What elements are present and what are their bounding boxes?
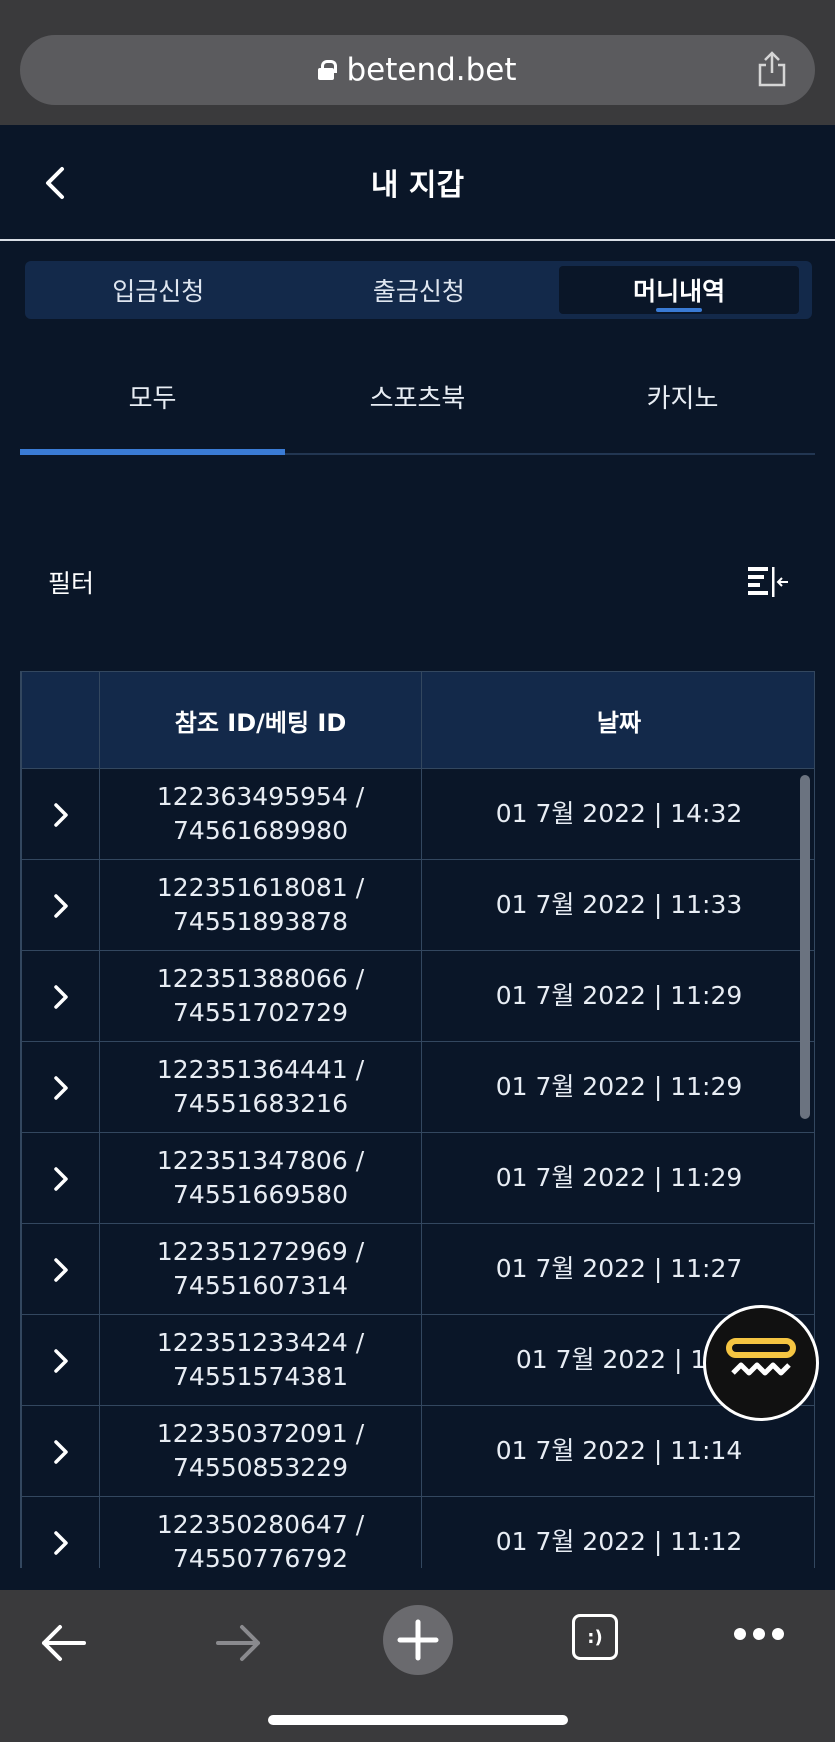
ref-id: 122351618081 /: [156, 873, 365, 902]
date-cell: 01 7월 2022 | 11:12: [421, 1496, 814, 1568]
table-row[interactable]: 122351233424 /74551574381 01 7월 2022 | 11: [21, 1314, 814, 1406]
chevron-left-icon[interactable]: [40, 163, 70, 203]
tab-casino[interactable]: 카지노: [550, 350, 815, 453]
date-cell: 01 7월 2022 | 11:27: [421, 1223, 814, 1315]
tabs-label: :): [587, 1626, 603, 1648]
more-icon[interactable]: [732, 1626, 786, 1642]
chevron-right-icon[interactable]: [52, 1256, 70, 1284]
ref-id-cell: 122363495954 / 74561689980: [99, 768, 422, 860]
ref-id-cell: 122351233424 / 74551574381: [99, 1314, 422, 1406]
ref-id: 122351364441 /: [156, 1055, 365, 1084]
plus-icon[interactable]: [382, 1604, 454, 1676]
table-scrollbar[interactable]: [800, 775, 810, 1119]
bet-id: 74551683216: [173, 1089, 348, 1118]
ref-id: 122350372091 /: [156, 1419, 365, 1448]
row-expand-cell[interactable]: [21, 1496, 100, 1568]
app-header: 내 지갑: [0, 125, 835, 241]
column-header-ref-id: 참조 ID/베팅 ID: [99, 671, 422, 769]
tab-all[interactable]: 모두: [20, 350, 285, 455]
transactions-table: 참조 ID/베팅 ID 날짜 122363495954 / 74561689980…: [20, 671, 815, 1568]
table-row[interactable]: 122350372091 /74550853229 01 7월 2022 | 11…: [21, 1405, 814, 1497]
table-header-row: 참조 ID/베팅 ID 날짜: [21, 671, 814, 769]
chevron-right-icon[interactable]: [52, 1165, 70, 1193]
chevron-right-icon[interactable]: [52, 1529, 70, 1557]
home-indicator: [268, 1715, 568, 1725]
date-cell: 01 7월 2022 | 11:33: [421, 859, 814, 951]
ref-id: 122351233424 /: [156, 1328, 365, 1357]
bet-id: 74551669580: [173, 1180, 348, 1209]
chat-support-icon: [726, 1338, 796, 1376]
tab-deposit[interactable]: 입금신청: [28, 264, 289, 316]
table-row[interactable]: 122351347806 / 74551669580 01 7월 2022 | 11…: [21, 1132, 814, 1224]
row-expand-cell[interactable]: [21, 1223, 100, 1315]
bet-id: 74551702729: [173, 998, 348, 1027]
chat-support-button[interactable]: [703, 1305, 819, 1421]
arrow-left-icon[interactable]: [38, 1618, 88, 1668]
ref-id: 122351347806 /: [156, 1146, 365, 1175]
ref-id-cell: 122351388066 / 74551702729: [99, 950, 422, 1042]
date-cell: 01 7월 2022 | 11:29: [421, 1132, 814, 1224]
table-row[interactable]: 122351272969 / 74551607314 01 7월 2022 | 11…: [21, 1223, 814, 1315]
row-expand-cell[interactable]: [21, 950, 100, 1042]
column-header-expand: [21, 671, 100, 769]
filter-sort-icon[interactable]: [746, 565, 790, 599]
bet-id: 74550776792: [173, 1544, 348, 1568]
chevron-right-icon[interactable]: [52, 801, 70, 829]
row-expand-cell[interactable]: [21, 1041, 100, 1133]
bet-id: 74551607314: [173, 1271, 348, 1300]
ref-id-cell: 122351364441 / 74551683216: [99, 1041, 422, 1133]
chevron-right-icon[interactable]: [52, 1438, 70, 1466]
browser-toolbar: betend.bet: [0, 0, 835, 125]
url-text: betend.bet: [346, 52, 517, 88]
url-bar[interactable]: betend.bet: [20, 35, 815, 105]
table-row[interactable]: 122351364441 / 74551683216 01 7월 2022 | 11…: [21, 1041, 814, 1133]
table-row[interactable]: 122351618081 / 74551893878 01 7월 2022 | 11…: [21, 859, 814, 951]
ref-id-cell: 122350372091 / 74550853229: [99, 1405, 422, 1497]
lock-icon: [318, 60, 338, 80]
date-cell: 01 7월 2022 | 11:29: [421, 1041, 814, 1133]
arrow-right-icon[interactable]: [214, 1618, 264, 1668]
filter-label: 필터: [48, 569, 95, 598]
chevron-right-icon[interactable]: [52, 1074, 70, 1102]
ref-id-cell: 122350280647 / 74550776792: [99, 1496, 422, 1568]
row-expand-cell[interactable]: [21, 768, 100, 860]
page-title: 내 지갑: [370, 168, 465, 203]
tab-money-history[interactable]: 머니내역: [559, 266, 799, 314]
table-row[interactable]: 122363495954 / 74561689980 01 7월 2022 | 14…: [21, 768, 814, 860]
filter-row: 필터: [48, 562, 790, 602]
tabs-icon[interactable]: :): [572, 1614, 618, 1660]
column-header-date: 날짜: [421, 671, 814, 769]
table-row[interactable]: 122350280647 / 74550776792 01 7월 2022 | 11…: [21, 1496, 814, 1568]
bet-id: 74551574381: [173, 1362, 348, 1391]
row-expand-cell[interactable]: [21, 1132, 100, 1224]
date-cell: 01 7월 2022 | 14:32: [421, 768, 814, 860]
row-expand-cell[interactable]: [21, 1405, 100, 1497]
share-icon[interactable]: [757, 51, 787, 87]
ref-id: 122363495954 /: [156, 782, 365, 811]
ref-id: 122350280647 /: [156, 1510, 365, 1539]
ref-id-cell: 122351347806 / 74551669580: [99, 1132, 422, 1224]
tab-withdraw[interactable]: 출금신청: [289, 264, 550, 316]
bet-id: 74551893878: [173, 907, 348, 936]
row-expand-cell[interactable]: [21, 859, 100, 951]
chevron-right-icon[interactable]: [52, 983, 70, 1011]
ref-id-cell: 122351272969 / 74551607314: [99, 1223, 422, 1315]
bet-id: 74561689980: [173, 816, 348, 845]
bet-id: 74550853229: [173, 1453, 348, 1482]
ref-id: 122351388066 /: [156, 964, 365, 993]
category-tabs: 모두 스포츠북 카지노: [20, 350, 815, 455]
row-expand-cell[interactable]: [21, 1314, 100, 1406]
ref-id-cell: 122351618081 / 74551893878: [99, 859, 422, 951]
ref-id: 122351272969 /: [156, 1237, 365, 1266]
table-row[interactable]: 122351388066 / 74551702729 01 7월 2022 | 11…: [21, 950, 814, 1042]
tab-sportsbook[interactable]: 스포츠북: [285, 350, 550, 453]
date-cell: 01 7월 2022 | 11:29: [421, 950, 814, 1042]
chevron-right-icon[interactable]: [52, 892, 70, 920]
wallet-tabs: 입금신청 출금신청 머니내역: [25, 261, 812, 319]
chevron-right-icon[interactable]: [52, 1347, 70, 1375]
